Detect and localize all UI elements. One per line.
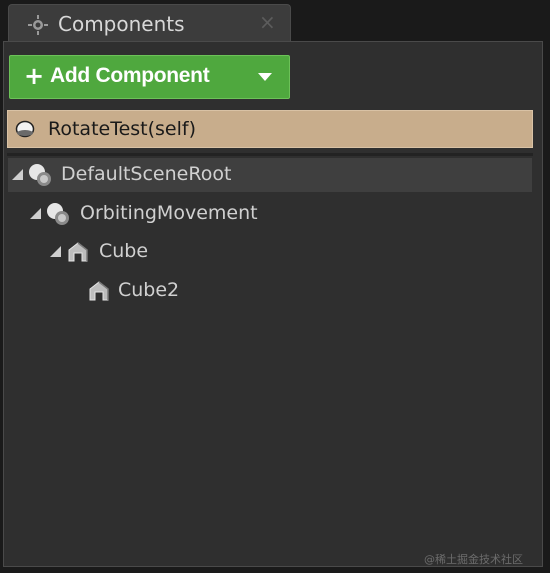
- close-icon[interactable]: ×: [259, 10, 276, 34]
- plus-icon: +: [24, 62, 45, 90]
- self-component-label: RotateTest(self): [48, 118, 197, 140]
- tree-item-default-scene-root[interactable]: DefaultSceneRoot: [8, 158, 532, 192]
- expand-arrow-icon[interactable]: [50, 246, 61, 257]
- tree-item-cube[interactable]: Cube: [8, 235, 532, 269]
- self-component-row[interactable]: RotateTest(self): [7, 110, 533, 148]
- static-mesh-icon: [89, 281, 109, 301]
- expand-arrow-icon[interactable]: [30, 208, 41, 219]
- static-mesh-icon: [68, 242, 88, 262]
- tree-item-label: OrbitingMovement: [80, 202, 258, 224]
- add-component-button[interactable]: + Add Component: [9, 55, 290, 99]
- caret-down-icon: [258, 73, 272, 81]
- tree-item-orbiting-movement[interactable]: OrbitingMovement: [8, 197, 532, 231]
- tree-item-cube2[interactable]: Cube2: [8, 274, 532, 308]
- scene-component-icon: [47, 203, 69, 225]
- add-component-label: Add Component: [50, 64, 210, 87]
- blueprint-sphere-icon: [15, 120, 35, 138]
- scene-component-icon: [29, 164, 51, 186]
- tree-item-label: DefaultSceneRoot: [61, 163, 232, 185]
- tree-item-label: Cube2: [118, 279, 180, 301]
- components-tab[interactable]: Components ×: [8, 4, 291, 42]
- watermark: @稀土掘金技术社区: [424, 553, 523, 566]
- tab-title: Components: [58, 12, 185, 36]
- expand-arrow-icon[interactable]: [12, 169, 23, 180]
- tree-item-label: Cube: [99, 240, 149, 262]
- components-icon: [28, 15, 48, 35]
- divider: [7, 153, 533, 156]
